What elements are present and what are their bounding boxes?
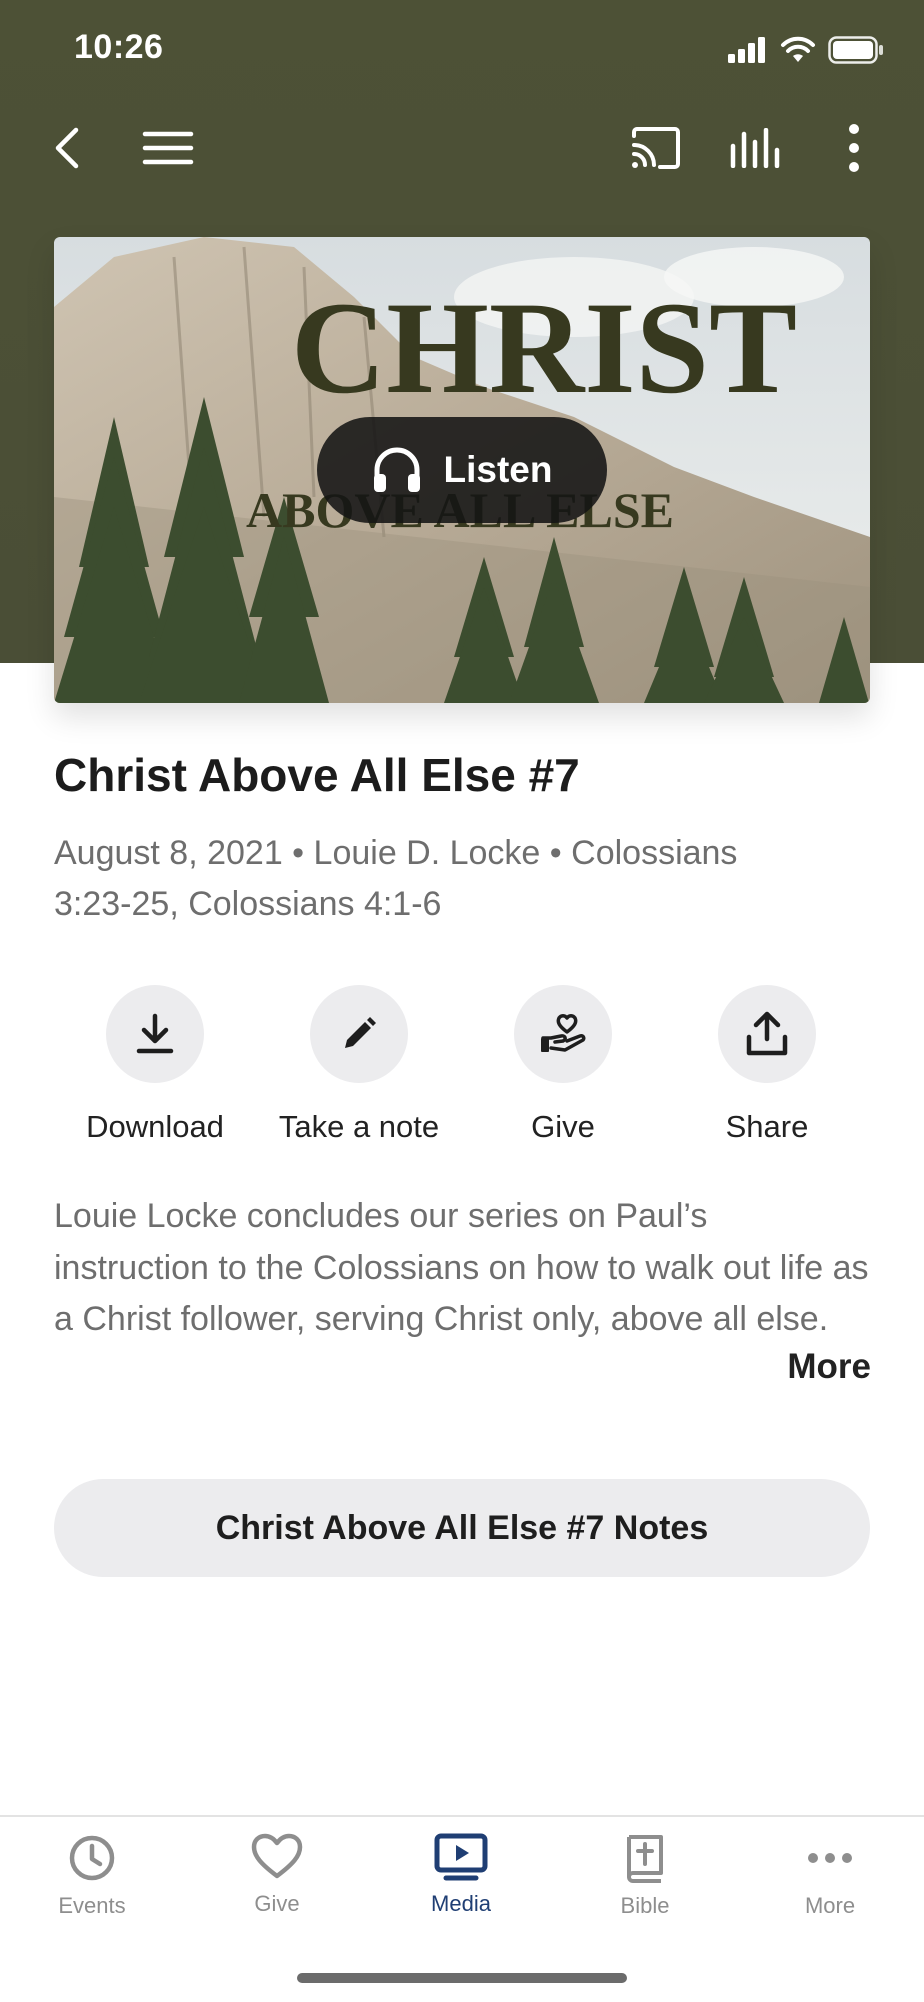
battery-icon (828, 36, 883, 64)
status-icons (728, 36, 884, 64)
signal-icon (728, 37, 765, 63)
sermon-description: Louie Locke concludes our series on Paul… (54, 1197, 869, 1338)
take-note-circle[interactable] (310, 985, 408, 1083)
sermon-meta-line2: 3:23-25, Colossians 4:1-6 (54, 885, 442, 923)
pencil-icon (345, 1017, 376, 1048)
status-bar: 10:26 (0, 0, 924, 98)
download-label: Download (86, 1109, 224, 1144)
cast-icon[interactable] (628, 120, 684, 176)
tab-media-label: Media (431, 1891, 491, 1916)
sermon-meta-line1: August 8, 2021 • Louie D. Locke • Coloss… (54, 834, 738, 872)
download-icon (136, 1013, 174, 1054)
give-circle[interactable] (514, 985, 612, 1083)
share-label: Share (725, 1109, 809, 1144)
tab-media[interactable]: Media (376, 1833, 546, 1917)
tab-more-label: More (804, 1893, 856, 1918)
artwork-title-line1: CHRIST (291, 274, 797, 421)
sermon-title: Christ Above All Else #7 (54, 749, 580, 801)
share-icon (746, 1011, 788, 1056)
heart-icon (251, 1833, 303, 1879)
bible-icon (627, 1835, 663, 1883)
sermon-meta: August 8, 2021 • Louie D. Locke • Coloss… (54, 828, 874, 930)
media-play-icon (434, 1833, 488, 1881)
audio-bars-icon[interactable] (727, 120, 783, 176)
tab-bible-label: Bible (620, 1893, 670, 1918)
clock-icon (69, 1835, 115, 1881)
tab-events[interactable]: Events (7, 1833, 177, 1919)
tab-more[interactable]: More (745, 1833, 915, 1919)
listen-button[interactable]: Listen (317, 417, 607, 523)
headphones-icon (373, 447, 420, 492)
more-link[interactable]: More (787, 1347, 871, 1387)
tab-bible[interactable]: Bible (560, 1833, 730, 1919)
give-button[interactable]: Give (458, 985, 668, 1145)
tab-give[interactable]: Give (192, 1833, 362, 1917)
download-button[interactable]: Download (50, 985, 260, 1145)
home-indicator[interactable] (297, 1973, 627, 1983)
share-circle[interactable] (718, 985, 816, 1083)
tab-events-label: Events (58, 1893, 126, 1918)
download-circle[interactable] (106, 985, 204, 1083)
notes-button[interactable]: Christ Above All Else #7 Notes (54, 1479, 870, 1577)
more-vertical-icon[interactable] (826, 120, 882, 176)
heart-hand-icon (541, 1014, 586, 1052)
take-note-label: Take a note (278, 1109, 440, 1144)
top-nav-bar (0, 98, 924, 198)
share-button[interactable]: Share (662, 985, 872, 1145)
more-dots-icon (808, 1853, 852, 1863)
back-chevron-icon[interactable] (40, 120, 96, 176)
take-note-button[interactable]: Take a note (254, 985, 464, 1145)
wifi-icon (781, 36, 815, 62)
action-row: Download Take a note Give Share (0, 985, 924, 1155)
sermon-artwork: CHRIST ABOVE ALL ELSE Listen (54, 237, 870, 703)
give-label: Give (531, 1109, 595, 1144)
listen-label: Listen (443, 449, 553, 490)
tab-give-label: Give (254, 1891, 300, 1916)
status-time: 10:26 (74, 28, 164, 66)
menu-icon[interactable] (140, 120, 196, 176)
